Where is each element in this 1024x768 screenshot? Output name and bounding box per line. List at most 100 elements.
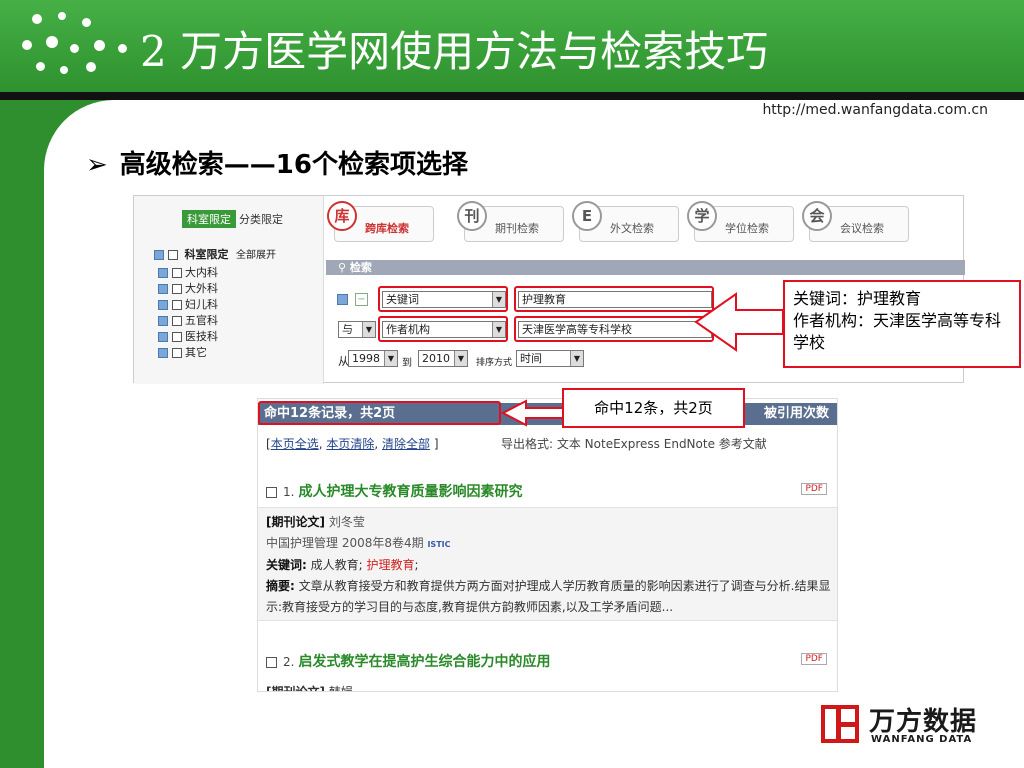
tree-item[interactable]: 其它 [158, 344, 207, 360]
tree-item-label: 大外科 [185, 282, 218, 295]
operator-value: 与 [342, 323, 353, 336]
result-title-text[interactable]: 启发式教学在提高护生综合能力中的应用 [298, 654, 550, 670]
expand-icon[interactable] [158, 284, 168, 294]
select-page-link[interactable]: 本页全选 [271, 437, 319, 451]
highlight-institution-field [378, 316, 508, 342]
expand-icon[interactable] [158, 332, 168, 342]
istic-icon: ISTIC [427, 540, 451, 549]
checkbox[interactable] [168, 250, 178, 260]
export-formats[interactable]: 导出格式: 文本 NoteExpress EndNote 参考文献 [501, 435, 767, 452]
department-filter-panel: 科室限定 分类限定 科室限定 全部展开 大内科 大外科 妇儿科 五官科 医技科 … [134, 196, 324, 384]
keywords-label: 关键词: [266, 558, 307, 572]
tree-item[interactable]: 五官科 [158, 312, 218, 328]
results-annotation: 命中12条，共2页 [562, 388, 745, 428]
tree-item[interactable]: 大内科 [158, 264, 218, 280]
keyword[interactable]: 成人教育; [311, 558, 363, 572]
checkbox[interactable] [172, 348, 182, 358]
tab-label: 外文检索 [610, 222, 654, 235]
result-number: 2. [283, 655, 295, 669]
search-section-header: ⚲ 检索 [326, 260, 965, 275]
highlight-institution-value [514, 316, 714, 342]
article-type: [期刊论文] [266, 685, 325, 692]
tab-foreign[interactable]: E 外文检索 [572, 201, 679, 242]
annotation-line: 关键词：护理教育 [793, 289, 922, 308]
pdf-icon[interactable]: PDF [801, 483, 827, 495]
keyword-annotation: 关键词：护理教育 作者机构：天津医学高等专科学校 [783, 280, 1021, 368]
tab-journal[interactable]: 刊期刊检索 [457, 201, 564, 242]
tab-department-filter[interactable]: 科室限定 [182, 210, 236, 228]
article-type: [期刊论文] [266, 515, 325, 529]
bullet-heading: ➢ 高级检索——16个检索项选择 [86, 144, 468, 181]
from-year-select[interactable]: 1998 ▼ [348, 350, 398, 367]
header-divider [0, 92, 1024, 100]
to-label: 到 [402, 358, 412, 369]
dropdown-arrow-icon: ▼ [570, 351, 583, 366]
pdf-icon[interactable]: PDF [801, 653, 827, 665]
dropdown-arrow-icon: ▼ [454, 351, 467, 366]
callout-arrow-icon [500, 399, 565, 427]
sort-value: 时间 [520, 352, 542, 365]
tree-item[interactable]: 妇儿科 [158, 296, 218, 312]
checkbox[interactable] [172, 300, 182, 310]
checkbox[interactable] [172, 316, 182, 326]
result-title-text[interactable]: 成人护理大专教育质量影响因素研究 [298, 484, 522, 500]
logo-cn: 万方数据 [869, 707, 978, 737]
clear-all-link[interactable]: 清除全部 [382, 437, 430, 451]
tree-item-label: 医技科 [185, 330, 218, 343]
results-screenshot: 命中12条记录，共2页 被引用次数 [本页全选, 本页清除, 清除全部 ] 导出… [257, 398, 838, 692]
tab-label: 跨库检索 [365, 222, 409, 235]
tree-root-label: 科室限定 [184, 248, 229, 261]
tab-label: 学位检索 [725, 222, 769, 235]
annotation-line: 作者机构：天津医学高等专科学校 [793, 311, 1002, 352]
tree-item[interactable]: 大外科 [158, 280, 218, 296]
result-title-2[interactable]: 2. 启发式教学在提高护生综合能力中的应用 [266, 651, 550, 671]
sort-select[interactable]: 时间 ▼ [516, 350, 584, 367]
journal-source[interactable]: 中国护理管理 2008年8卷4期 [266, 536, 424, 550]
checkbox[interactable] [172, 268, 182, 278]
tab-thesis[interactable]: 学学位检索 [687, 201, 794, 242]
tree-root[interactable]: 科室限定 全部展开 [154, 246, 276, 262]
expand-icon[interactable] [158, 316, 168, 326]
highlight-keyword-field [378, 286, 508, 312]
checkbox[interactable] [172, 332, 182, 342]
slide: 2 万方医学网使用方法与检索技巧 http://med.wanfangdata.… [0, 0, 1024, 768]
tab-cross-database[interactable]: 库跨库检索 [327, 201, 434, 242]
highlight-keyword-value [514, 286, 714, 312]
result-number: 1. [283, 485, 295, 499]
to-year-value: 2010 [422, 352, 450, 365]
tab-conference[interactable]: 会会议检索 [802, 201, 909, 242]
add-row-icon[interactable] [337, 294, 348, 305]
tree-item-label: 五官科 [185, 314, 218, 327]
left-green-bar [0, 100, 44, 768]
wanfang-logo-icon [821, 705, 859, 743]
keyword-separator: ; [414, 558, 419, 572]
operator-select[interactable]: 与 ▼ [338, 321, 376, 338]
bullet-text: 高级检索——16个检索项选择 [119, 150, 468, 180]
tab-label: 会议检索 [840, 222, 884, 235]
checkbox[interactable] [266, 486, 277, 498]
expand-icon[interactable] [158, 300, 168, 310]
result-detail-1: [期刊论文] 刘冬莹 中国护理管理 2008年8卷4期 ISTIC 关键词: 成… [258, 507, 837, 621]
collapse-icon[interactable] [154, 250, 164, 260]
thesis-icon: 学 [687, 201, 717, 231]
result-title-1[interactable]: 1. 成人护理大专教育质量影响因素研究 [266, 481, 522, 501]
checkbox[interactable] [266, 656, 277, 668]
bullet-arrow-icon: ➢ [86, 150, 108, 180]
dropdown-arrow-icon: ▼ [362, 322, 375, 337]
tree-item[interactable]: 医技科 [158, 328, 218, 344]
author[interactable]: 韩娟 [329, 685, 353, 691]
site-url: http://med.wanfangdata.com.cn [762, 102, 988, 118]
to-year-select[interactable]: 2010 ▼ [418, 350, 468, 367]
clear-page-link[interactable]: 本页清除 [326, 437, 374, 451]
sort-by-citations[interactable]: 被引用次数 [764, 403, 829, 425]
expand-all-link[interactable]: 全部展开 [236, 250, 276, 261]
author[interactable]: 刘冬莹 [329, 515, 365, 529]
remove-row-icon[interactable]: − [355, 293, 368, 306]
tab-label: 期刊检索 [495, 222, 539, 235]
checkbox[interactable] [172, 284, 182, 294]
keyword-highlight[interactable]: 护理教育 [367, 558, 415, 572]
tab-category-filter[interactable]: 分类限定 [234, 210, 288, 228]
expand-icon[interactable] [158, 268, 168, 278]
expand-icon[interactable] [158, 348, 168, 358]
tree-item-label: 大内科 [185, 266, 218, 279]
